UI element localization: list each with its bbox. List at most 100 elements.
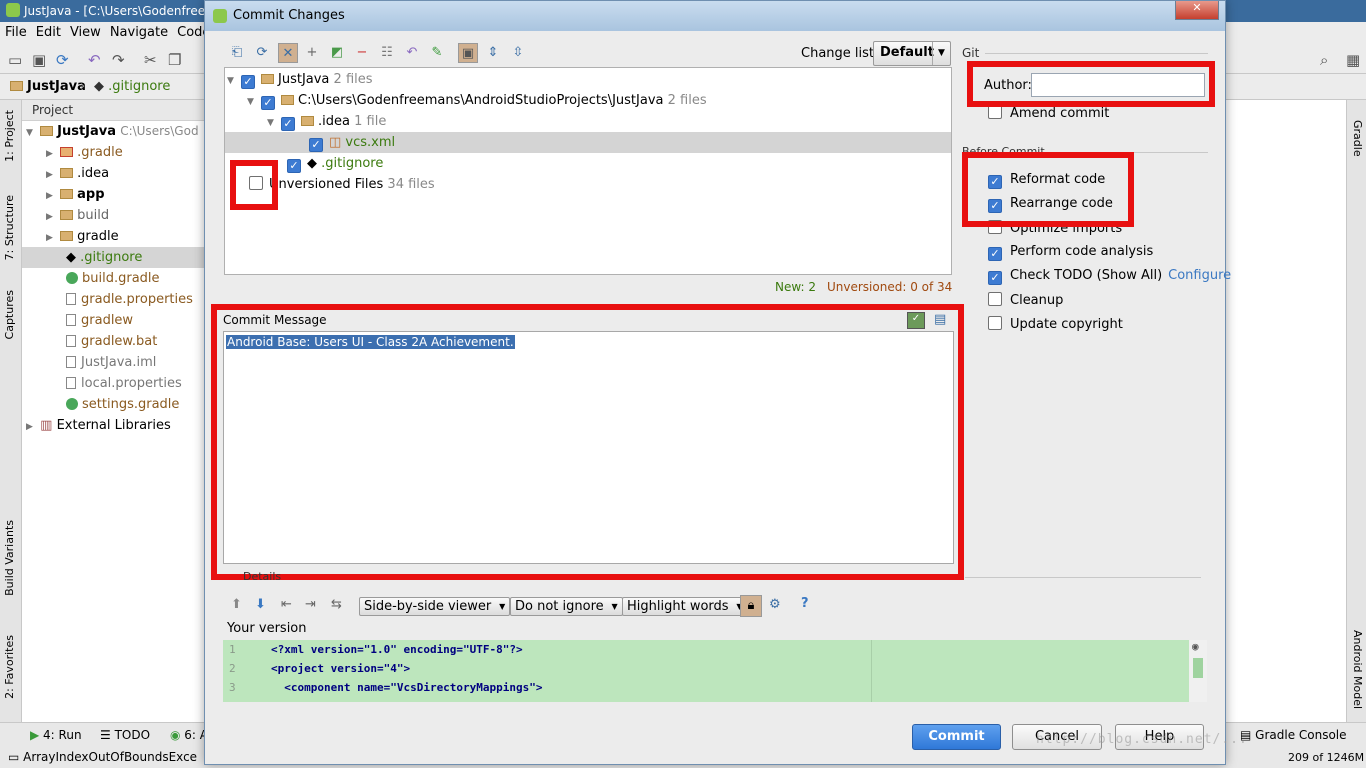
refresh-icon[interactable]: ⟳ (252, 43, 272, 63)
tree-node-vcs-xml[interactable]: ✓ ◫ vcs.xml (225, 132, 951, 153)
collapse-arrow-icon[interactable]: ▶ (46, 144, 56, 165)
tab-favorites[interactable]: 2: Favorites (3, 635, 16, 699)
tab-build-variants[interactable]: Build Variants (3, 520, 16, 596)
collapse-arrow-icon[interactable]: ▶ (46, 186, 56, 207)
tree-item-local-properties[interactable]: local.properties (22, 373, 208, 394)
tree-item-external-libraries[interactable]: ▶ ▥ External Libraries (22, 415, 208, 436)
tree-item-gradle[interactable]: ▶ gradle (22, 226, 208, 247)
expand-all-icon[interactable]: ⇕ (483, 43, 503, 63)
cleanup-option[interactable]: Cleanup (988, 292, 1063, 308)
sdk-manager-icon[interactable]: ▦ (1346, 51, 1360, 69)
amend-commit-checkbox[interactable] (988, 105, 1002, 119)
cleanup-checkbox[interactable] (988, 292, 1002, 306)
tree-item-idea[interactable]: ▶ .idea (22, 163, 208, 184)
commit-button[interactable]: Commit (912, 724, 1001, 750)
jump-to-source-icon[interactable]: ⇥ (305, 597, 316, 612)
check-todo-option[interactable]: ✓ Check TODO (Show All) Configure (988, 268, 1231, 285)
tree-node-justjava[interactable]: ▼ ✓ JustJava 2 files (227, 69, 373, 90)
tab-structure[interactable]: 7: Structure (3, 195, 16, 260)
checkbox-project-path[interactable]: ✓ (261, 96, 275, 110)
tab-android-model[interactable]: Android Model (1351, 630, 1364, 709)
show-ignored-icon[interactable]: ▣ (458, 43, 478, 63)
update-copyright-option[interactable]: Update copyright (988, 316, 1123, 332)
show-diff-icon[interactable]: ⎗ (227, 43, 247, 63)
next-difference-icon[interactable]: ⬇ (255, 597, 266, 612)
checkbox-idea[interactable]: ✓ (281, 117, 295, 131)
amend-commit-option[interactable]: Amend commit (988, 105, 1109, 121)
tree-node-gitignore[interactable]: ✓ ◆ .gitignore (287, 153, 383, 174)
previous-file-icon[interactable]: ⇤ (281, 597, 292, 612)
ignore-dropdown[interactable]: Do not ignore ▼ (510, 597, 623, 616)
collapse-all-icon[interactable]: ⇳ (508, 43, 528, 63)
memory-indicator[interactable]: 209 of 1246M (1288, 751, 1364, 764)
configure-link[interactable]: Configure (1168, 268, 1231, 283)
checkbox-gitignore[interactable]: ✓ (287, 159, 301, 173)
open-folder-icon[interactable]: ▭ (8, 51, 22, 69)
highlight-dropdown[interactable]: Highlight words▼ (622, 597, 748, 616)
tab-project[interactable]: 1: Project (3, 110, 16, 162)
diff-scrollbar[interactable]: ◉ (1189, 640, 1207, 702)
expand-arrow-icon[interactable]: ▼ (247, 92, 261, 113)
checkbox-vcs-xml[interactable]: ✓ (309, 138, 323, 152)
collapse-arrow-icon[interactable]: ▶ (46, 207, 56, 228)
gradle-console-tab[interactable]: ▤ Gradle Console (1240, 728, 1347, 742)
cut-icon[interactable]: ✂ (144, 51, 157, 69)
tab-gradle[interactable]: Gradle (1351, 120, 1364, 157)
tree-item-gradlew-bat[interactable]: gradlew.bat (22, 331, 208, 352)
copy-icon[interactable]: ❐ (168, 51, 181, 69)
revert-icon[interactable]: ✕ (278, 43, 298, 63)
tree-item-gradlew[interactable]: gradlew (22, 310, 208, 331)
check-todo-checkbox[interactable]: ✓ (988, 271, 1002, 285)
gear-icon[interactable]: ⚙ (769, 597, 781, 612)
todo-tab[interactable]: ☰ TODO (100, 728, 150, 742)
rollback-icon[interactable]: ↶ (402, 43, 422, 63)
collapse-arrow-icon[interactable]: ▶ (26, 417, 36, 438)
breadcrumb-gitignore[interactable]: ◆ .gitignore (94, 79, 170, 94)
collapse-arrow-icon[interactable]: ▶ (46, 228, 56, 249)
expand-arrow-icon[interactable]: ▼ (267, 113, 281, 134)
sync-icon[interactable]: ⟳ (56, 51, 69, 69)
checkbox-justjava[interactable]: ✓ (241, 75, 255, 89)
run-tab[interactable]: ▶ 4: Run (30, 728, 82, 742)
eye-icon[interactable]: ◉ (1192, 640, 1199, 653)
changelist-dropdown[interactable]: Default ▼ (873, 41, 951, 66)
expand-arrow-icon[interactable]: ▼ (227, 71, 241, 92)
tree-item-settings-gradle[interactable]: settings.gradle (22, 394, 208, 415)
edit-source-icon[interactable]: ✎ (427, 43, 447, 63)
undo-icon[interactable]: ↶ (88, 51, 101, 69)
android-monitor-tab[interactable]: ◉ 6: A (170, 728, 208, 742)
tree-item-justjava[interactable]: ▼ JustJava C:\Users\God (22, 121, 208, 142)
tree-node-project-path[interactable]: ▼ ✓ C:\Users\Godenfreemans\AndroidStudioPr… (247, 90, 707, 111)
tree-item-gradle-dir[interactable]: ▶ .gradle (22, 142, 208, 163)
code-analysis-checkbox[interactable]: ✓ (988, 247, 1002, 261)
lock-icon[interactable]: 🔒︎ (740, 595, 762, 617)
add-icon[interactable]: + (302, 43, 322, 63)
tree-node-idea[interactable]: ▼ ✓ .idea 1 file (267, 111, 386, 132)
expand-arrow-icon[interactable]: ▼ (26, 123, 36, 144)
diff-viewer[interactable]: 1 <?xml version="1.0" encoding="UTF-8"?> … (223, 640, 1207, 702)
compare-icon[interactable]: ⇆ (331, 597, 342, 612)
previous-difference-icon[interactable]: ⬆ (231, 597, 242, 612)
search-icon[interactable]: ⌕ (1320, 51, 1328, 69)
tree-item-build[interactable]: ▶ build (22, 205, 208, 226)
redo-icon[interactable]: ↷ (112, 51, 125, 69)
tab-captures[interactable]: Captures (3, 290, 16, 339)
update-copyright-checkbox[interactable] (988, 316, 1002, 330)
tree-item-build-gradle[interactable]: build.gradle (22, 268, 208, 289)
menu-file[interactable]: File (0, 22, 31, 40)
breadcrumb-project[interactable]: JustJava (10, 79, 86, 94)
tree-item-app[interactable]: ▶ app (22, 184, 208, 205)
save-icon[interactable]: ▣ (32, 51, 46, 69)
remove-icon[interactable]: − (352, 43, 372, 63)
tree-item-gradle-properties[interactable]: gradle.properties (22, 289, 208, 310)
viewer-dropdown[interactable]: Side-by-side viewer ▼ (359, 597, 511, 616)
menu-navigate[interactable]: Navigate (105, 22, 172, 40)
help-icon[interactable]: ? (801, 596, 809, 611)
group-by-directory-icon[interactable]: ☷ (377, 43, 397, 63)
perform-code-analysis-option[interactable]: ✓ Perform code analysis (988, 244, 1153, 261)
tree-item-justjava-iml[interactable]: JustJava.iml (22, 352, 208, 373)
menu-view[interactable]: View (65, 22, 105, 40)
menu-edit[interactable]: Edit (31, 22, 65, 40)
tree-item-gitignore[interactable]: ◆ .gitignore (22, 247, 208, 268)
close-icon[interactable]: ✕ (1175, 1, 1219, 20)
